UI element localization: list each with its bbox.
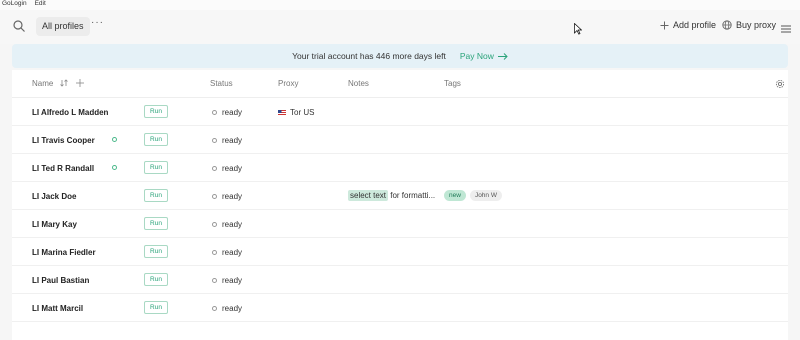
run-button[interactable]: Run <box>144 189 168 202</box>
note-text: for formatti... <box>388 191 436 200</box>
tags-cell[interactable]: new John W <box>444 190 502 201</box>
folder-tab-all-profiles[interactable]: All profiles <box>36 17 90 36</box>
column-header-name[interactable]: Name <box>32 79 84 88</box>
globe-icon <box>722 20 732 30</box>
profile-name[interactable]: LI Alfredo L Madden <box>32 108 108 117</box>
status-label: ready <box>222 108 243 117</box>
status-dot-icon <box>212 166 217 171</box>
add-column-icon[interactable] <box>75 79 84 87</box>
add-profile-label: Add profile <box>673 20 717 30</box>
buy-proxy-label: Buy proxy <box>736 20 777 30</box>
table-row[interactable]: LI Ted R Randall Run ready <box>12 154 788 182</box>
profile-name[interactable]: LI Marina Fiedler <box>32 248 96 257</box>
run-button[interactable]: Run <box>144 161 168 174</box>
add-profile-button[interactable]: Add profile <box>660 20 716 30</box>
menu-app[interactable]: GoLogin <box>2 0 27 10</box>
proxy-label: Tor US <box>290 108 315 117</box>
status-dot-icon <box>212 194 217 199</box>
run-button[interactable]: Run <box>144 245 168 258</box>
status-label: ready <box>222 304 243 313</box>
status-cell: ready <box>212 136 242 145</box>
status-cell: ready <box>212 248 242 257</box>
status-dot-icon <box>212 306 217 311</box>
profile-name[interactable]: LI Travis Cooper <box>32 136 95 145</box>
status-cell: ready <box>212 220 242 229</box>
run-button[interactable]: Run <box>144 301 168 314</box>
menu-bar: GoLogin Edit <box>0 0 800 10</box>
sync-status-icon <box>111 165 117 170</box>
column-header-tags[interactable]: Tags <box>444 79 461 88</box>
buy-proxy-button[interactable]: Buy proxy <box>722 20 776 30</box>
us-flag-icon <box>278 109 286 116</box>
profile-name[interactable]: LI Ted R Randall <box>32 164 94 173</box>
table-settings-gear-icon[interactable] <box>775 79 785 89</box>
profile-name[interactable]: LI Mary Kay <box>32 220 77 229</box>
status-dot-icon <box>212 278 217 283</box>
search-icon[interactable] <box>12 19 26 33</box>
column-header-proxy[interactable]: Proxy <box>278 79 298 88</box>
mouse-cursor-icon <box>574 22 583 35</box>
table-row[interactable]: LI Jack Doe Run ready select text for forma… <box>12 182 788 210</box>
profiles-table: Name Status Proxy Notes Tags LI Alfredo … <box>12 70 788 340</box>
table-row[interactable]: LI Alfredo L Madden Run ready Tor US <box>12 98 788 126</box>
trial-banner: Your trial account has 446 more days lef… <box>12 44 788 68</box>
plus-icon <box>660 21 669 29</box>
status-cell: ready <box>212 164 242 173</box>
menu-edit[interactable]: Edit <box>35 0 46 10</box>
pay-now-link[interactable]: Pay Now <box>460 51 508 61</box>
status-label: ready <box>222 220 243 229</box>
hamburger-menu-icon[interactable] <box>781 21 791 33</box>
more-options-icon[interactable]: ··· <box>91 17 104 28</box>
column-header-status[interactable]: Status <box>210 79 233 88</box>
run-button[interactable]: Run <box>144 133 168 146</box>
toolbar: All profiles ··· Add profile Buy proxy <box>0 10 800 44</box>
table-row[interactable]: LI Mary Kay Run ready <box>12 210 788 238</box>
profile-name[interactable]: LI Matt Marcil <box>32 304 83 313</box>
status-label: ready <box>222 136 243 145</box>
arrow-right-icon <box>497 52 508 60</box>
pay-now-label: Pay Now <box>459 51 494 61</box>
status-label: ready <box>222 276 243 285</box>
profile-name[interactable]: LI Paul Bastian <box>32 276 89 285</box>
status-dot-icon <box>212 110 217 115</box>
table-row[interactable]: LI Marina Fiedler Run ready <box>12 238 788 266</box>
status-cell: ready <box>212 276 242 285</box>
status-dot-icon <box>212 250 217 255</box>
sort-icon[interactable] <box>59 79 68 87</box>
table-row[interactable]: LI Travis Cooper Run ready <box>12 126 788 154</box>
trial-banner-text: Your trial account has 446 more days lef… <box>292 51 446 61</box>
status-dot-icon <box>212 222 217 227</box>
column-header-notes[interactable]: Notes <box>348 79 369 88</box>
table-header: Name Status Proxy Notes Tags <box>12 70 788 98</box>
profile-name[interactable]: LI Jack Doe <box>32 192 76 201</box>
notes-cell[interactable]: select text for formatti... <box>348 190 436 201</box>
run-button[interactable]: Run <box>144 105 168 118</box>
status-label: ready <box>222 192 243 201</box>
status-cell: ready <box>212 304 242 313</box>
proxy-cell[interactable]: Tor US <box>278 108 314 117</box>
table-row[interactable]: LI Paul Bastian Run ready <box>12 266 788 294</box>
note-highlighted-text: select text <box>348 190 389 201</box>
status-label: ready <box>222 248 243 257</box>
run-button[interactable]: Run <box>144 217 168 230</box>
tag-badge[interactable]: new <box>444 190 466 201</box>
sync-status-icon <box>111 137 117 142</box>
tag-badge[interactable]: John W <box>469 190 502 201</box>
status-label: ready <box>222 164 243 173</box>
status-cell: ready <box>212 108 242 117</box>
table-row[interactable]: LI Matt Marcil Run ready <box>12 294 788 322</box>
status-cell: ready <box>212 192 242 201</box>
status-dot-icon <box>212 138 217 143</box>
run-button[interactable]: Run <box>144 273 168 286</box>
